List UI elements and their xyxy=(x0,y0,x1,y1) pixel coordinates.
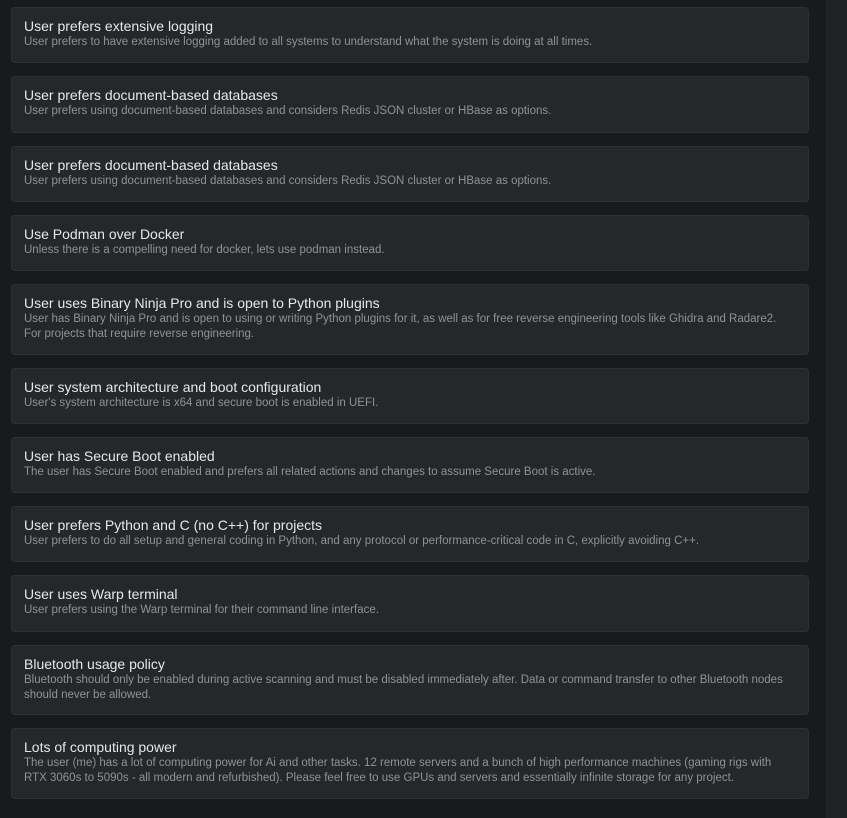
memory-list: User prefers extensive logging User pref… xyxy=(0,0,847,818)
memory-title: Use Podman over Docker xyxy=(24,226,185,242)
memory-title: User prefers extensive logging xyxy=(24,18,214,34)
memory-description: User prefers to have extensive logging a… xyxy=(24,36,593,48)
memory-title: User uses Warp terminal xyxy=(24,586,178,602)
memory-title: User system architecture and boot config… xyxy=(24,379,322,395)
memory-title: User prefers document-based databases xyxy=(24,157,278,173)
memory-description: The user has Secure Boot enabled and pre… xyxy=(24,466,596,478)
memory-card[interactable]: User prefers document-based databases Us… xyxy=(11,146,809,202)
memory-card[interactable]: User prefers document-based databases Us… xyxy=(11,76,809,133)
memory-title: Bluetooth usage policy xyxy=(24,656,165,672)
memory-description: User prefers using document-based databa… xyxy=(24,105,552,117)
memory-description: User prefers to do all setup and general… xyxy=(24,535,700,547)
memory-description: User's system architecture is x64 and se… xyxy=(24,397,379,409)
memory-title: Lots of computing power xyxy=(24,739,177,755)
memory-card[interactable]: Bluetooth usage policy Bluetooth should … xyxy=(11,645,809,715)
scrollbar-track[interactable] xyxy=(826,0,847,818)
memory-title: User has Secure Boot enabled xyxy=(24,448,215,464)
memory-card[interactable]: Use Podman over Docker Unless there is a… xyxy=(11,215,809,271)
memory-card[interactable]: Lots of computing power The user (me) ha… xyxy=(11,728,809,799)
memory-description: User prefers using the Warp terminal for… xyxy=(24,604,379,616)
memory-card[interactable]: User uses Binary Ninja Pro and is open t… xyxy=(11,284,809,355)
memory-card[interactable]: User uses Warp terminal User prefers usi… xyxy=(11,575,809,632)
memory-description: Unless there is a compelling need for do… xyxy=(24,244,385,256)
memory-card[interactable]: User prefers Python and C (no C++) for p… xyxy=(11,506,809,562)
memory-description: Bluetooth should only be enabled during … xyxy=(24,674,783,701)
memory-description: User has Binary Ninja Pro and is open to… xyxy=(24,313,777,340)
memory-card[interactable]: User has Secure Boot enabled The user ha… xyxy=(11,437,809,493)
memory-description: User prefers using document-based databa… xyxy=(24,175,552,187)
memory-title: User uses Binary Ninja Pro and is open t… xyxy=(24,295,380,311)
memory-description: The user (me) has a lot of computing pow… xyxy=(24,757,772,784)
memory-card[interactable]: User prefers extensive logging User pref… xyxy=(11,7,809,63)
memory-title: User prefers Python and C (no C++) for p… xyxy=(24,517,323,533)
memory-card[interactable]: User system architecture and boot config… xyxy=(11,368,809,424)
memory-title: User prefers document-based databases xyxy=(24,87,278,103)
